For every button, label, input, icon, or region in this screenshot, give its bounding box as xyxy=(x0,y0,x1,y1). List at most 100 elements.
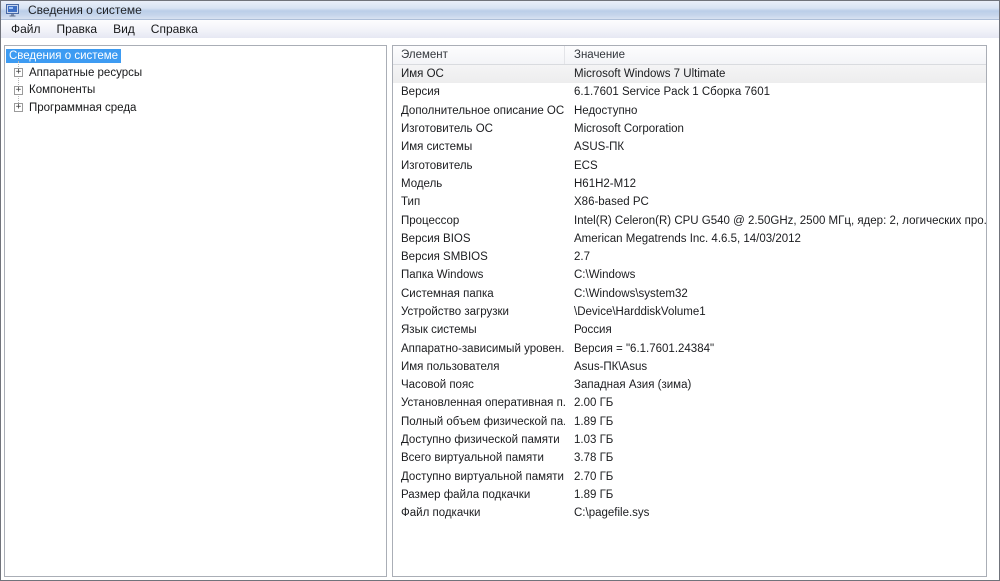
tree-item-label: Программная среда xyxy=(29,101,137,114)
table-row[interactable]: Имя системы ASUS-ПК xyxy=(393,138,986,156)
table-row[interactable]: Папка Windows C:\Windows xyxy=(393,266,986,284)
tree-item-label: Компоненты xyxy=(29,84,96,97)
table-row[interactable]: Тип X86-based PC xyxy=(393,193,986,211)
column-header-value[interactable]: Значение xyxy=(565,46,986,64)
element-cell: Имя ОС xyxy=(401,68,444,81)
value-cell: 1.89 ГБ xyxy=(574,415,614,428)
tree-item-label: Сведения о системе xyxy=(6,48,122,63)
value-cell: \Device\HarddiskVolume1 xyxy=(574,306,706,318)
element-cell: Файл подкачки xyxy=(401,507,481,520)
value-cell: Microsoft Corporation xyxy=(574,123,684,136)
menu-help[interactable]: Справка xyxy=(143,21,206,37)
table-row[interactable]: Дополнительное описание ОС Недоступно xyxy=(393,102,986,120)
navigation-tree: Сведения о системе + Аппаратные ресурсы … xyxy=(4,45,387,577)
table-row[interactable]: Модель H61H2-M12 xyxy=(393,175,986,193)
tree-item-components[interactable]: + Компоненты xyxy=(5,82,386,100)
window-title: Сведения о системе xyxy=(28,3,142,17)
element-cell: Изготовитель xyxy=(401,159,473,172)
element-cell: Размер файла подкачки xyxy=(401,488,531,501)
table-row[interactable]: Версия SMBIOS 2.7 xyxy=(393,248,986,266)
element-cell: Язык системы xyxy=(401,324,477,337)
table-row[interactable]: Размер файла подкачки 1.89 ГБ xyxy=(393,486,986,504)
value-cell: Microsoft Windows 7 Ultimate xyxy=(574,68,726,81)
value-cell: Недоступно xyxy=(574,104,638,117)
element-cell: Версия BIOS xyxy=(401,232,471,245)
element-cell: Доступно физической памяти xyxy=(401,434,560,447)
element-cell: Установленная оперативная п... xyxy=(401,397,565,410)
element-cell: Тип xyxy=(401,196,421,209)
menubar: Файл Правка Вид Справка xyxy=(1,20,999,39)
table-row[interactable]: Доступно физической памяти 1.03 ГБ xyxy=(393,431,986,449)
list-header: Элемент Значение xyxy=(393,46,986,65)
element-cell: Версия xyxy=(401,86,440,99)
system-info-icon[interactable] xyxy=(5,3,21,17)
element-cell: Полный объем физической па... xyxy=(401,415,565,428)
table-row[interactable]: Процессор Intel(R) Celeron(R) CPU G540 @… xyxy=(393,211,986,229)
table-row[interactable]: Устройство загрузки \Device\HarddiskVolu… xyxy=(393,303,986,321)
value-cell: American Megatrends Inc. 4.6.5, 14/03/20… xyxy=(574,232,801,245)
table-row[interactable]: Изготовитель ОС Microsoft Corporation xyxy=(393,120,986,138)
table-row[interactable]: Версия 6.1.7601 Service Pack 1 Сборка 76… xyxy=(393,83,986,101)
table-row[interactable]: Язык системы Россия xyxy=(393,321,986,339)
element-cell: Процессор xyxy=(401,214,460,227)
table-row[interactable]: Изготовитель ECS xyxy=(393,156,986,174)
value-cell: C:\Windows\system32 xyxy=(574,287,688,300)
expand-plus-icon[interactable]: + xyxy=(14,85,23,95)
tree-item-hardware-resources[interactable]: + Аппаратные ресурсы xyxy=(5,64,386,82)
element-cell: Имя системы xyxy=(401,141,473,154)
table-row[interactable]: Файл подкачки C:\pagefile.sys xyxy=(393,504,986,522)
element-cell: Устройство загрузки xyxy=(401,306,509,318)
value-cell: ECS xyxy=(574,159,598,172)
element-cell: Системная папка xyxy=(401,287,494,300)
system-info-window: Сведения о системе Файл Правка Вид Справка … xyxy=(0,0,1000,581)
table-row[interactable]: Аппаратно-зависимый уровен... Версия = "… xyxy=(393,339,986,357)
element-cell: Часовой пояс xyxy=(401,379,474,392)
details-list: Элемент Значение Имя ОС Microsoft Window… xyxy=(392,45,987,577)
value-cell: X86-based PC xyxy=(574,196,649,209)
element-cell: Папка Windows xyxy=(401,269,484,282)
menu-edit[interactable]: Правка xyxy=(49,21,106,37)
tree-item-software-environment[interactable]: + Программная среда xyxy=(5,99,386,117)
titlebar[interactable]: Сведения о системе xyxy=(1,1,999,20)
value-cell: 1.89 ГБ xyxy=(574,488,614,501)
tree-item-system-info[interactable]: Сведения о системе xyxy=(6,47,386,64)
table-row[interactable]: Часовой пояс Западная Азия (зима) xyxy=(393,376,986,394)
value-cell: 6.1.7601 Service Pack 1 Сборка 7601 xyxy=(574,86,770,99)
element-cell: Имя пользователя xyxy=(401,360,500,373)
table-row[interactable]: Всего виртуальной памяти 3.78 ГБ xyxy=(393,449,986,467)
value-cell: 2.7 xyxy=(574,251,590,264)
table-row[interactable]: Имя пользователя Asus-ПК\Asus xyxy=(393,358,986,376)
value-cell: 3.78 ГБ xyxy=(574,452,614,465)
table-row[interactable]: Установленная оперативная п... 2.00 ГБ xyxy=(393,394,986,412)
expand-plus-icon[interactable]: + xyxy=(14,68,23,78)
table-row[interactable]: Версия BIOS American Megatrends Inc. 4.6… xyxy=(393,230,986,248)
menu-view[interactable]: Вид xyxy=(105,21,143,37)
element-cell: Доступно виртуальной памяти xyxy=(401,470,564,483)
element-cell: Изготовитель ОС xyxy=(401,123,493,136)
table-row[interactable]: Полный объем физической па... 1.89 ГБ xyxy=(393,413,986,431)
table-row[interactable]: Доступно виртуальной памяти 2.70 ГБ xyxy=(393,468,986,486)
value-cell: C:\Windows xyxy=(574,269,636,282)
value-cell: Intel(R) Celeron(R) CPU G540 @ 2.50GHz, … xyxy=(574,214,986,227)
value-cell: Россия xyxy=(574,324,612,337)
element-cell: Аппаратно-зависимый уровен... xyxy=(401,342,565,355)
value-cell: H61H2-M12 xyxy=(574,177,636,190)
menu-file[interactable]: Файл xyxy=(3,21,49,37)
value-cell: 1.03 ГБ xyxy=(574,434,614,447)
content-area: Сведения о системе + Аппаратные ресурсы … xyxy=(1,38,999,580)
table-row[interactable]: Имя ОС Microsoft Windows 7 Ultimate xyxy=(393,65,986,84)
value-cell: 2.70 ГБ xyxy=(574,470,614,483)
expand-plus-icon[interactable]: + xyxy=(14,103,23,113)
column-header-element[interactable]: Элемент xyxy=(393,46,565,64)
element-cell: Дополнительное описание ОС xyxy=(401,104,565,117)
element-cell: Версия SMBIOS xyxy=(401,251,488,264)
value-cell: ASUS-ПК xyxy=(574,141,625,154)
value-cell: Asus-ПК\Asus xyxy=(574,360,648,373)
tree-item-label: Аппаратные ресурсы xyxy=(29,66,143,79)
value-cell: Западная Азия (зима) xyxy=(574,379,692,392)
element-cell: Всего виртуальной памяти xyxy=(401,452,544,465)
table-row[interactable]: Системная папка C:\Windows\system32 xyxy=(393,285,986,303)
value-cell: C:\pagefile.sys xyxy=(574,507,650,520)
value-cell: 2.00 ГБ xyxy=(574,397,614,410)
element-cell: Модель xyxy=(401,177,443,190)
